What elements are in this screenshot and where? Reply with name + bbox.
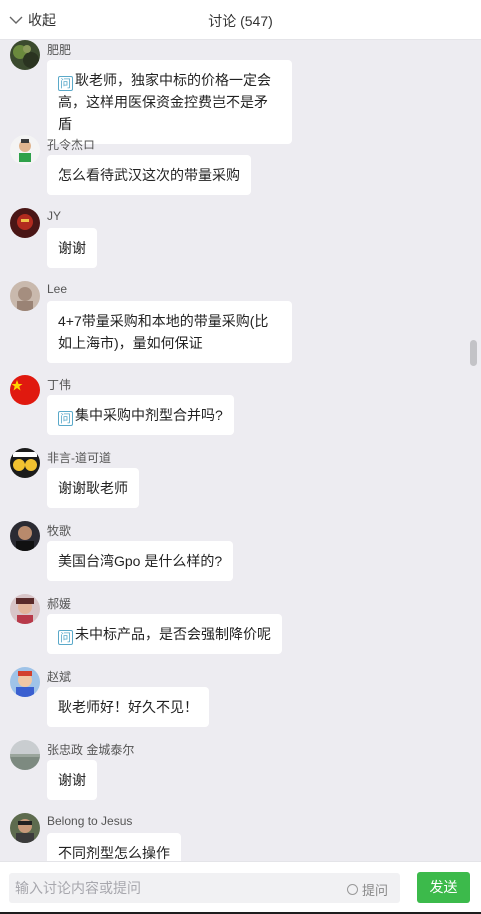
sender-name: 非言-道可道 (47, 451, 111, 465)
avatar[interactable] (10, 667, 40, 697)
avatar-image (10, 813, 40, 843)
message-text: 集中采购中剂型合并吗? (75, 407, 223, 423)
avatar-image (10, 375, 40, 405)
message-bubble: 谢谢 (47, 760, 97, 800)
send-button[interactable]: 发送 (417, 872, 470, 903)
message-text: 耿老师，独家中标的价格一定会高，这样用医保资金控费岂不是矛盾 (58, 72, 271, 132)
scrollbar-thumb[interactable] (470, 340, 477, 366)
sender-name: JY (47, 209, 62, 223)
avatar-image (10, 521, 40, 551)
avatar[interactable] (10, 281, 40, 311)
message-text: 未中标产品，是否会强制降价呢 (75, 626, 271, 642)
discussion-header: 收起 讨论 (547) (0, 0, 481, 40)
message-bubble: 谢谢 (47, 228, 97, 268)
question-tag-icon: 问 (58, 76, 73, 91)
message-text: 4+7带量采购和本地的带量采购(比如上海市)，量如何保证 (58, 313, 269, 351)
discussion-title: 讨论 (547) (208, 13, 273, 29)
discussion-input-box: 提问 (9, 873, 400, 903)
compose-bar: 提问 发送 (0, 861, 481, 914)
avatar-image (10, 208, 40, 238)
message-bubble: 问集中采购中剂型合并吗? (47, 395, 234, 435)
avatar-image (10, 40, 40, 70)
message-text: 不同剂型怎么操作 (58, 845, 170, 861)
avatar[interactable] (10, 208, 40, 238)
sender-name: 郝媛 (47, 597, 72, 611)
message-text: 美国台湾Gpo 是什么样的? (58, 553, 223, 569)
avatar-image (10, 135, 40, 165)
sender-name: 丁伟 (47, 378, 72, 392)
sender-name: Lee (47, 282, 68, 296)
sender-name: 肥肥 (47, 43, 72, 57)
message-bubble: 不同剂型怎么操作 (47, 833, 181, 861)
sender-name: 张忠政 金城泰尔 (47, 743, 135, 757)
ask-question-toggle[interactable]: 提问 (347, 880, 388, 899)
question-tag-icon: 问 (58, 411, 73, 426)
avatar[interactable] (10, 521, 40, 551)
message-bubble: 谢谢耿老师 (47, 468, 139, 508)
sender-name: 牧歌 (47, 524, 72, 538)
avatar[interactable] (10, 813, 40, 843)
message-bubble: 怎么看待武汉这次的带量采购 (47, 155, 251, 195)
message-text: 谢谢 (58, 772, 86, 788)
message-text: 谢谢耿老师 (58, 480, 128, 496)
ask-question-label: 提问 (362, 883, 389, 898)
avatar-image (10, 281, 40, 311)
avatar[interactable] (10, 135, 40, 165)
avatar[interactable] (10, 594, 40, 624)
radio-icon (347, 884, 358, 895)
message-list[interactable]: 肥肥 问耿老师，独家中标的价格一定会高，这样用医保资金控费岂不是矛盾 孔令杰ロ … (0, 40, 481, 861)
sender-name: 赵斌 (47, 670, 72, 684)
message-bubble: 4+7带量采购和本地的带量采购(比如上海市)，量如何保证 (47, 301, 292, 363)
message-text: 谢谢 (58, 240, 86, 256)
avatar-image (10, 740, 40, 770)
message-bubble: 问未中标产品，是否会强制降价呢 (47, 614, 282, 654)
discussion-input[interactable] (9, 873, 341, 903)
message-bubble: 问耿老师，独家中标的价格一定会高，这样用医保资金控费岂不是矛盾 (47, 60, 292, 144)
message-text: 耿老师好！好久不见！ (58, 699, 198, 715)
message-text: 怎么看待武汉这次的带量采购 (58, 167, 240, 183)
sender-name: 孔令杰ロ (47, 138, 96, 152)
avatar[interactable] (10, 448, 40, 478)
avatar[interactable] (10, 740, 40, 770)
avatar-image (10, 448, 40, 478)
message-bubble: 耿老师好！好久不见！ (47, 687, 209, 727)
avatar[interactable] (10, 40, 40, 70)
avatar[interactable] (10, 375, 40, 405)
avatar-image (10, 667, 40, 697)
avatar-image (10, 594, 40, 624)
sender-name: Belong to Jesus (47, 814, 133, 828)
question-tag-icon: 问 (58, 630, 73, 645)
message-bubble: 美国台湾Gpo 是什么样的? (47, 541, 234, 581)
